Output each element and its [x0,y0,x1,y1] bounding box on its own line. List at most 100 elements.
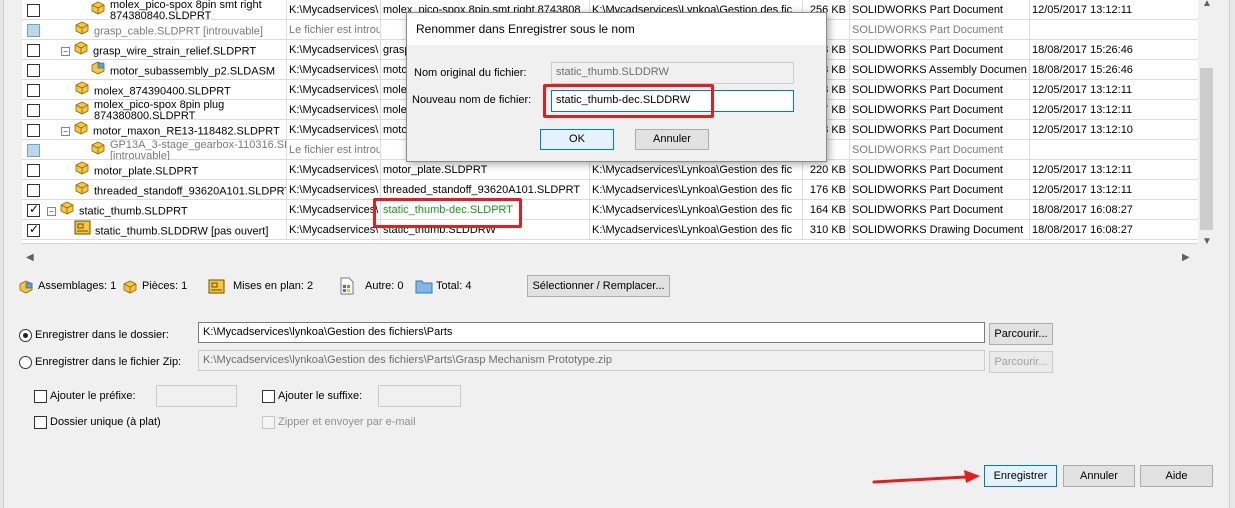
file-name-label: motor_plate.SLDPRT [94,165,199,178]
include-file-checkbox[interactable] [27,202,40,217]
zip-email-checkbox[interactable] [262,416,275,429]
size-cell: 220 KB [803,160,850,180]
new-name-highlight-box [543,84,714,118]
cancel-button[interactable]: Annuler [1063,465,1135,487]
file-name-cell: threaded_standoff_93620A101.SLDPRT [22,180,287,200]
save-to-folder-radio[interactable] [19,329,32,342]
original-name-field[interactable]: static_thumb.SLDDRW [551,62,794,84]
table-row[interactable]: − static_thumb.SLDPRT K:\Mycadservices\ sta… [22,200,1208,220]
include-file-checkbox[interactable] [27,104,40,117]
assemblies-count: Assemblages: 1 [18,276,116,296]
collapse-toggle-icon[interactable]: − [61,47,70,56]
file-name-label: motor_maxon_RE13-118482.SLDPRT [93,125,280,138]
scroll-up-icon[interactable]: ▲ [1202,0,1212,9]
include-file-checkbox[interactable] [27,4,40,17]
part-icon [74,80,91,100]
save-to-zip-label: Enregistrer dans le fichier Zip: [35,356,182,368]
rename-dialog-title: Renommer dans Enregistrer sous le nom [407,13,826,45]
file-name-cell: molex_pico-spox 8pin plug 874380800.SLDPR… [22,100,287,120]
file-type-cell: SOLIDWORKS Part Document [850,100,1030,120]
source-path-cell: K:\Mycadservices\ [287,80,381,100]
file-name-cell: molex_pico-spox 8pin smt right 874380840.… [22,0,287,20]
modified-date-cell: 12/05/2017 13:12:11 [1032,4,1133,16]
file-type-cell: SOLIDWORKS Part Document [850,120,1030,140]
include-file-checkbox[interactable] [27,124,40,137]
add-suffix-label: Ajouter le suffixe: [278,390,363,402]
add-prefix-label: Ajouter le préfixe: [50,390,136,402]
dialog-cancel-button[interactable]: Annuler [635,129,709,150]
help-button[interactable]: Aide [1140,465,1213,487]
flat-folder-checkbox[interactable] [34,416,47,429]
vertical-scrollbar[interactable]: ▲ ▼ [1198,0,1215,250]
total-count-label: Total: 4 [436,280,472,292]
include-file-checkbox[interactable] [27,144,40,157]
source-path-cell: K:\Mycadservices\ [287,0,381,20]
file-name-cell: − motor_maxon_RE13-118482.SLDPRT [22,120,287,140]
folder-path-field[interactable]: K:\Mycadservices\lynkoa\Gestion des fich… [198,322,985,343]
include-file-checkbox[interactable] [27,44,40,57]
scroll-right-icon[interactable]: ▶ [1182,252,1190,263]
save-as-name-cell[interactable]: threaded_standoff_93620A101.SLDPRT [381,180,590,200]
file-name-label-continued: 874380840.SLDPRT [110,10,212,21]
new-name-label: Nouveau nom de fichier: [412,94,532,106]
save-as-name-cell[interactable]: motor_plate.SLDPRT [381,160,590,180]
modified-date-cell: 18/08/2017 16:08:27 [1032,224,1133,236]
add-prefix-checkbox[interactable] [34,390,47,403]
scroll-down-icon[interactable]: ▼ [1202,236,1212,247]
modified-date-cell: 12/05/2017 13:12:11 [1032,104,1133,116]
source-path-cell: Le fichier est introuvable [287,140,381,160]
modified-date-cell: 12/05/2017 13:12:10 [1032,124,1133,136]
part-icon [90,140,107,159]
part-icon [74,160,91,180]
part-icon [74,180,91,200]
horizontal-scrollbar[interactable]: ◀ ▶ [22,250,1198,267]
modified-date-cell: 18/08/2017 16:08:27 [1032,204,1133,216]
total-count: Total: 4 [415,276,471,296]
prefix-field[interactable] [156,385,237,407]
file-type-cell: SOLIDWORKS Part Document [850,80,1030,100]
include-file-checkbox[interactable] [27,64,40,77]
include-file-checkbox[interactable] [27,184,40,197]
size-cell: 310 KB [803,220,850,240]
modified-date-cell [1030,20,1208,40]
table-row[interactable]: static_thumb.SLDDRW [pas ouvert] K:\Mycad… [22,220,1208,240]
collapse-toggle-icon[interactable]: − [47,207,56,216]
include-file-checkbox[interactable] [27,84,40,97]
part-icon [90,0,107,19]
table-row[interactable]: motor_plate.SLDPRT K:\Mycadservices\ motor… [22,160,1208,180]
include-file-checkbox[interactable] [27,164,40,177]
zip-path-field[interactable]: K:\Mycadservices\lynkoa\Gestion des fich… [198,350,985,371]
include-file-checkbox[interactable] [27,222,40,237]
file-name-cell: − static_thumb.SLDPRT [22,200,287,220]
scroll-left-icon[interactable]: ◀ [26,252,34,263]
other-count: Autre: 0 [338,276,404,296]
drawing-icon [74,220,92,240]
dialog-ok-button[interactable]: OK [540,129,614,150]
zip-email-label: Zipper et envoyer par e-mail [278,416,416,428]
file-name-cell: molex_874390400.SLDPRT [22,80,287,100]
other-count-label: Autre: 0 [365,280,404,292]
add-suffix-checkbox[interactable] [262,390,275,403]
assembly-icon [19,280,33,293]
destination-cell: K:\Mycadservices\Lynkoa\Gestion des fic [590,200,803,220]
table-row[interactable]: threaded_standoff_93620A101.SLDPRT K:\Myc… [22,180,1208,200]
suffix-field[interactable] [378,385,461,407]
source-path-cell: K:\Mycadservices\ [287,40,381,60]
file-name-cell: static_thumb.SLDDRW [pas ouvert] [22,220,287,240]
file-name-cell: motor_plate.SLDPRT [22,160,287,180]
assemblies-count-label: Assemblages: 1 [38,280,117,292]
save-to-zip-radio[interactable] [19,356,32,369]
browse-zip-button[interactable]: Parcourir... [989,351,1053,373]
file-name-label: static_thumb.SLDPRT [79,205,188,218]
select-replace-button[interactable]: Sélectionner / Remplacer... [527,275,670,297]
include-file-checkbox[interactable] [27,24,40,37]
drawing-icon [208,279,225,293]
file-name-label-continued: 874380800.SLDPRT [94,110,196,121]
browse-folder-button[interactable]: Parcourir... [989,323,1053,345]
file-name-cell: motor_subassembly_p2.SLDASM [22,60,287,80]
vertical-scroll-thumb[interactable] [1200,68,1213,230]
source-path-cell: K:\Mycadservices\ [287,180,381,200]
save-button[interactable]: Enregistrer [984,465,1057,487]
collapse-toggle-icon[interactable]: − [61,127,70,136]
source-path-cell: K:\Mycadservices\ [287,160,381,180]
